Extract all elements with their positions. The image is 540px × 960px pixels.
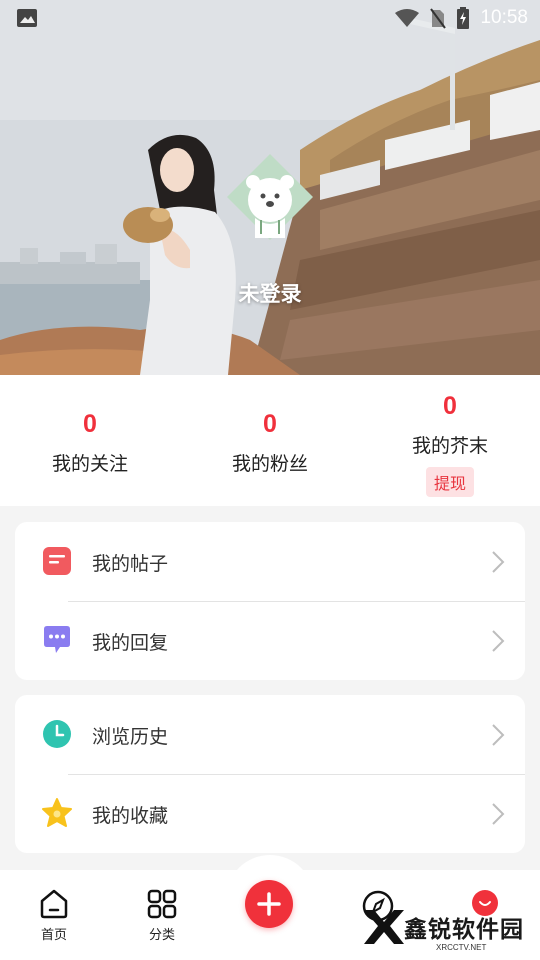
stat-fans-value: 0 bbox=[263, 410, 277, 438]
add-icon bbox=[257, 892, 281, 916]
history-clock-icon bbox=[43, 720, 71, 748]
menu-item-label: 我的回复 bbox=[92, 632, 169, 654]
menu-item-favorites[interactable]: 我的收藏 bbox=[15, 774, 525, 853]
stat-mustard-value: 0 bbox=[443, 392, 457, 420]
withdraw-button[interactable]: 提现 bbox=[425, 467, 474, 497]
menu-item-my-replies[interactable]: 我的回复 bbox=[15, 601, 525, 680]
stat-following[interactable]: 0 我的关注 bbox=[0, 409, 180, 476]
status-time: 10:58 bbox=[480, 7, 528, 28]
menu-item-label: 浏览历史 bbox=[92, 726, 169, 748]
chevron-right-icon bbox=[492, 724, 505, 746]
nav-category-label: 分类 bbox=[148, 928, 175, 943]
menu-card-activity: 浏览历史 我的收藏 bbox=[15, 695, 525, 853]
post-icon bbox=[43, 547, 71, 575]
watermark-subtitle: XRCCTV.NET bbox=[436, 943, 487, 952]
menu-card-content: 我的帖子 我的回复 bbox=[15, 522, 525, 680]
star-icon bbox=[42, 798, 72, 827]
chevron-right-icon bbox=[492, 803, 505, 825]
wifi-icon bbox=[395, 9, 420, 27]
image-icon bbox=[17, 9, 37, 27]
stat-mustard[interactable]: 0 我的芥末 提现 bbox=[360, 391, 540, 497]
chevron-right-icon bbox=[492, 630, 505, 652]
reply-icon bbox=[44, 626, 70, 653]
add-post-button[interactable] bbox=[245, 880, 293, 928]
stat-mustard-label: 我的芥末 bbox=[411, 435, 488, 457]
home-icon bbox=[40, 889, 68, 919]
chevron-right-icon bbox=[492, 551, 505, 573]
nav-home-label: 首页 bbox=[40, 928, 67, 943]
nav-home[interactable]: 首页 bbox=[24, 888, 84, 943]
login-status-label[interactable]: 未登录 bbox=[0, 278, 540, 308]
menu-item-my-posts[interactable]: 我的帖子 bbox=[15, 522, 525, 601]
watermark-title: 鑫锐软件园 bbox=[404, 917, 524, 943]
battery-charging-icon bbox=[457, 7, 470, 29]
menu-item-history[interactable]: 浏览历史 bbox=[15, 695, 525, 774]
stat-following-value: 0 bbox=[83, 410, 97, 438]
status-bar: 10:58 bbox=[0, 0, 540, 36]
stat-following-label: 我的关注 bbox=[51, 453, 128, 475]
stat-fans-label: 我的粉丝 bbox=[231, 453, 308, 475]
polar-bear-avatar-icon bbox=[227, 154, 313, 240]
menu-item-label: 我的帖子 bbox=[92, 553, 169, 575]
no-sim-icon bbox=[430, 8, 447, 29]
stat-fans[interactable]: 0 我的粉丝 bbox=[180, 409, 360, 476]
menu-item-label: 我的收藏 bbox=[92, 805, 169, 827]
stats-panel: 0 我的关注 0 我的粉丝 0 我的芥末 提现 bbox=[0, 375, 540, 506]
nav-category[interactable]: 分类 bbox=[132, 888, 192, 943]
avatar[interactable] bbox=[227, 154, 313, 240]
grid-icon bbox=[147, 889, 177, 919]
